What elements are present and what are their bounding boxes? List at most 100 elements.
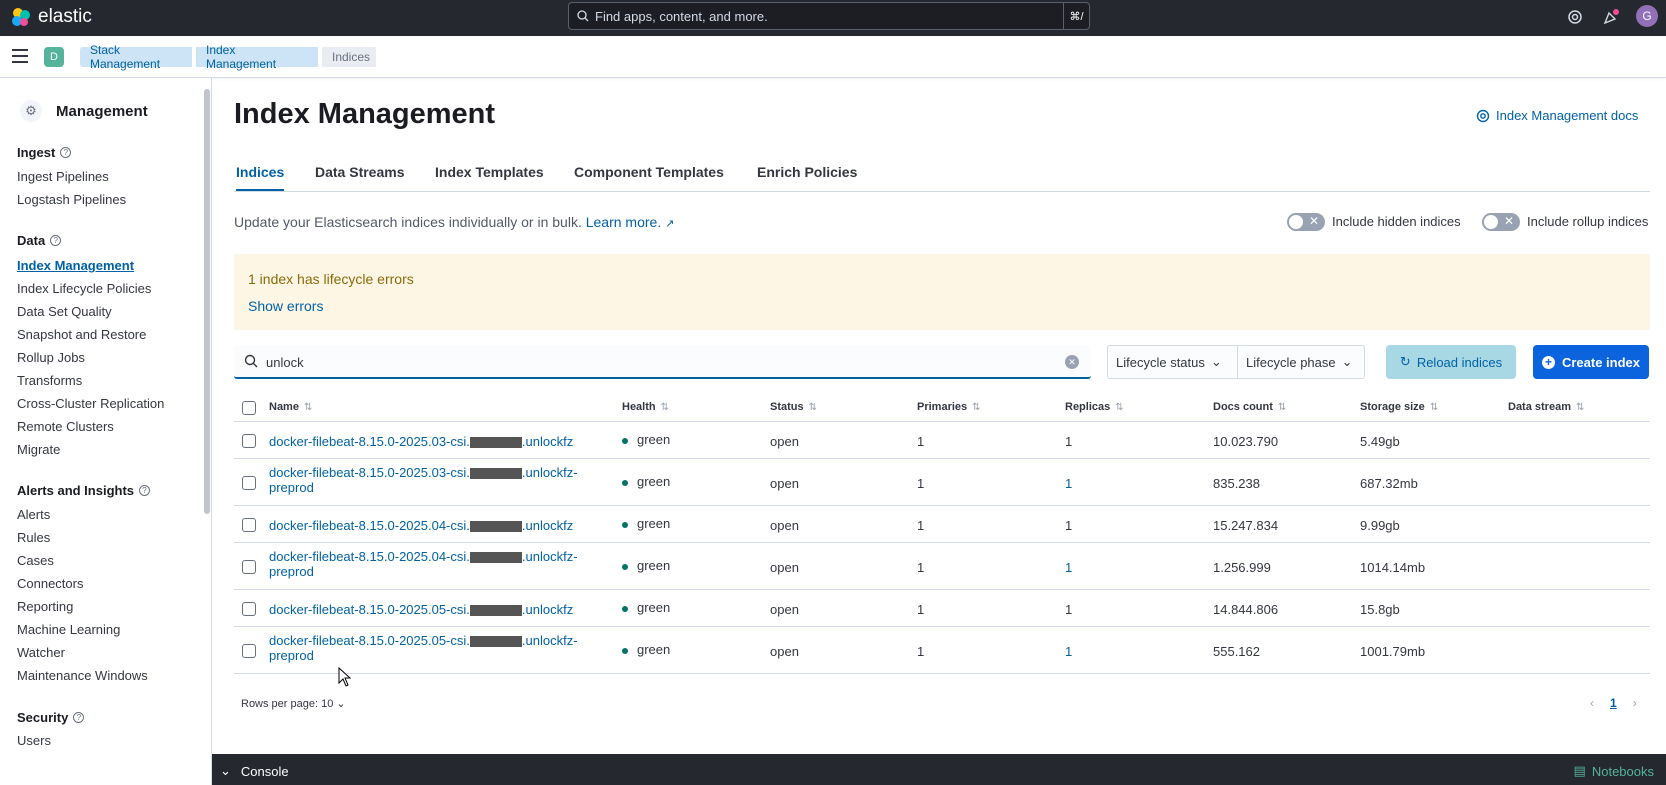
health-label: green [637, 600, 671, 615]
menu-icon[interactable] [12, 49, 28, 63]
question-icon[interactable]: ? [60, 147, 72, 158]
tab-indices[interactable]: Indices [236, 164, 285, 191]
select-all-checkbox[interactable] [242, 401, 256, 415]
column-header-replicas[interactable]: Replicas ⇅ [1065, 401, 1124, 413]
tab-data-streams[interactable]: Data Streams [315, 164, 405, 189]
storage-size-cell: 1014.14mb [1360, 560, 1426, 575]
index-name-part: docker-filebeat-8.15.0-2025.03-csi. [269, 465, 470, 480]
row-checkbox[interactable] [242, 602, 256, 616]
clear-search-icon[interactable]: ✕ [1065, 355, 1079, 369]
index-name-link[interactable]: docker-filebeat-8.15.0-2025.05-csi. .unlo… [269, 633, 589, 663]
rows-per-page-selector[interactable]: Rows per page: 10 ⌄ [241, 697, 346, 710]
description-text: Update your Elasticsearch indices indivi… [234, 214, 582, 230]
console-bar[interactable]: ⌄ Console ▤ Notebooks [212, 754, 1666, 785]
breadcrumb-stack-management[interactable]: Stack Management [80, 43, 192, 71]
notebooks-link[interactable]: ▤ Notebooks [1574, 763, 1654, 779]
index-name-part: preprod [269, 480, 314, 495]
indices-search-input[interactable]: unlock ✕ [234, 345, 1091, 379]
row-checkbox[interactable] [242, 434, 256, 448]
column-header-health[interactable]: Health ⇅ [622, 401, 669, 413]
status-cell: open [770, 518, 799, 533]
row-checkbox[interactable] [242, 518, 256, 532]
previous-page-icon[interactable]: ‹ [1590, 696, 1594, 710]
notebooks-label: Notebooks [1591, 763, 1654, 779]
sidebar-item-transforms[interactable]: Transforms [17, 373, 82, 388]
column-header-docs-count[interactable]: Docs count ⇅ [1213, 401, 1286, 413]
index-name-link[interactable]: docker-filebeat-8.15.0-2025.04-csi. .unlo… [269, 518, 589, 533]
index-name-link[interactable]: docker-filebeat-8.15.0-2025.03-csi. .unlo… [269, 434, 589, 449]
show-errors-button[interactable]: Show errors [248, 298, 323, 314]
sidebar-item-rules[interactable]: Rules [17, 530, 50, 545]
sidebar-item-connectors[interactable]: Connectors [17, 576, 83, 591]
row-checkbox[interactable] [242, 644, 256, 658]
health-status: green [622, 516, 670, 531]
column-header-name[interactable]: Name ⇅ [269, 401, 312, 413]
create-index-button[interactable]: + Create index [1533, 345, 1649, 379]
sidebar-item-maintenance-windows[interactable]: Maintenance Windows [17, 668, 148, 683]
health-dot-icon [622, 605, 628, 612]
group-label: Ingest [17, 145, 56, 160]
hidden-indices-toggle[interactable]: ✕ [1287, 213, 1325, 231]
sidebar-item-ccr[interactable]: Cross-Cluster Replication [17, 396, 164, 411]
sidebar-item-index-lifecycle-policies[interactable]: Index Lifecycle Policies [17, 281, 151, 296]
user-avatar[interactable]: G [1636, 5, 1658, 27]
sort-icon: ⇅ [303, 401, 313, 413]
pagination: ‹ 1 › [1590, 696, 1637, 710]
sidebar-group-security: Security? [17, 710, 85, 725]
question-icon[interactable]: ? [50, 235, 62, 246]
sidebar-item-machine-learning[interactable]: Machine Learning [17, 622, 120, 637]
sidebar-item-alerts[interactable]: Alerts [17, 507, 50, 522]
sidebar-item-data-set-quality[interactable]: Data Set Quality [17, 304, 112, 319]
elastic-logo[interactable]: elastic [10, 6, 92, 28]
console-toggle[interactable]: ⌄ Console [220, 763, 289, 779]
elastic-logo-icon [12, 8, 30, 26]
tab-enrich-policies[interactable]: Enrich Policies [757, 164, 857, 189]
breadcrumb-index-management[interactable]: Index Management [196, 43, 318, 71]
sidebar-item-logstash-pipelines[interactable]: Logstash Pipelines [17, 192, 126, 207]
index-name-link[interactable]: docker-filebeat-8.15.0-2025.03-csi. .unlo… [269, 465, 589, 495]
sidebar-item-cases[interactable]: Cases [17, 553, 54, 568]
column-header-storage-size[interactable]: Storage size ⇅ [1360, 401, 1438, 413]
sidebar-group-ingest: Ingest? [17, 145, 72, 160]
row-checkbox[interactable] [242, 476, 256, 490]
news-feed-icon[interactable] [1601, 7, 1621, 27]
tab-index-templates[interactable]: Index Templates [435, 164, 544, 189]
space-avatar[interactable]: D [44, 47, 64, 67]
sidebar-item-migrate[interactable]: Migrate [17, 442, 60, 457]
column-header-status[interactable]: Status ⇅ [770, 401, 817, 413]
rollup-indices-toggle[interactable]: ✕ [1482, 213, 1520, 231]
health-dot-icon [622, 563, 628, 570]
sidebar-item-snapshot-restore[interactable]: Snapshot and Restore [17, 327, 146, 342]
lifecycle-phase-filter[interactable]: Lifecycle phase ⌄ [1238, 346, 1365, 378]
table-row: docker-filebeat-8.15.0-2025.04-csi. .unlo… [234, 543, 1650, 590]
sidebar-item-index-management[interactable]: Index Management [17, 258, 134, 273]
sidebar-item-reporting[interactable]: Reporting [17, 599, 73, 614]
docs-link[interactable]: Index Management docs [1476, 108, 1638, 123]
next-page-icon[interactable]: › [1633, 696, 1637, 710]
sidebar-item-rollup-jobs[interactable]: Rollup Jobs [17, 350, 85, 365]
learn-more-link[interactable]: Learn more. [586, 214, 661, 230]
index-name-link[interactable]: docker-filebeat-8.15.0-2025.04-csi. .unlo… [269, 549, 589, 579]
column-header-data-stream[interactable]: Data stream ⇅ [1508, 401, 1584, 413]
sidebar-item-remote-clusters[interactable]: Remote Clusters [17, 419, 114, 434]
sidebar-item-ingest-pipelines[interactable]: Ingest Pipelines [17, 169, 109, 184]
lifecycle-status-filter[interactable]: Lifecycle status ⌄ [1108, 346, 1238, 378]
page-number[interactable]: 1 [1610, 696, 1617, 710]
question-icon[interactable]: ? [73, 712, 85, 723]
sidebar-item-users[interactable]: Users [17, 733, 51, 748]
column-header-primaries[interactable]: Primaries ⇅ [917, 401, 981, 413]
breadcrumb-indices: Indices [322, 47, 376, 67]
reload-indices-button[interactable]: ↻ Reload indices [1386, 345, 1516, 379]
help-icon[interactable] [1565, 7, 1585, 27]
question-icon[interactable]: ? [139, 485, 151, 496]
sidebar-item-watcher[interactable]: Watcher [17, 645, 65, 660]
health-status: green [622, 558, 670, 573]
callout-title: 1 index has lifecycle errors [248, 271, 414, 287]
sidebar-title: Management [56, 102, 148, 120]
index-name-link[interactable]: docker-filebeat-8.15.0-2025.05-csi. .unlo… [269, 602, 589, 617]
row-checkbox[interactable] [242, 560, 256, 574]
global-search-input[interactable]: Find apps, content, and more. ⌘/ [568, 2, 1090, 30]
sidebar-scrollbar[interactable] [204, 89, 210, 514]
tab-component-templates[interactable]: Component Templates [574, 164, 724, 189]
group-label: Data [17, 233, 46, 248]
